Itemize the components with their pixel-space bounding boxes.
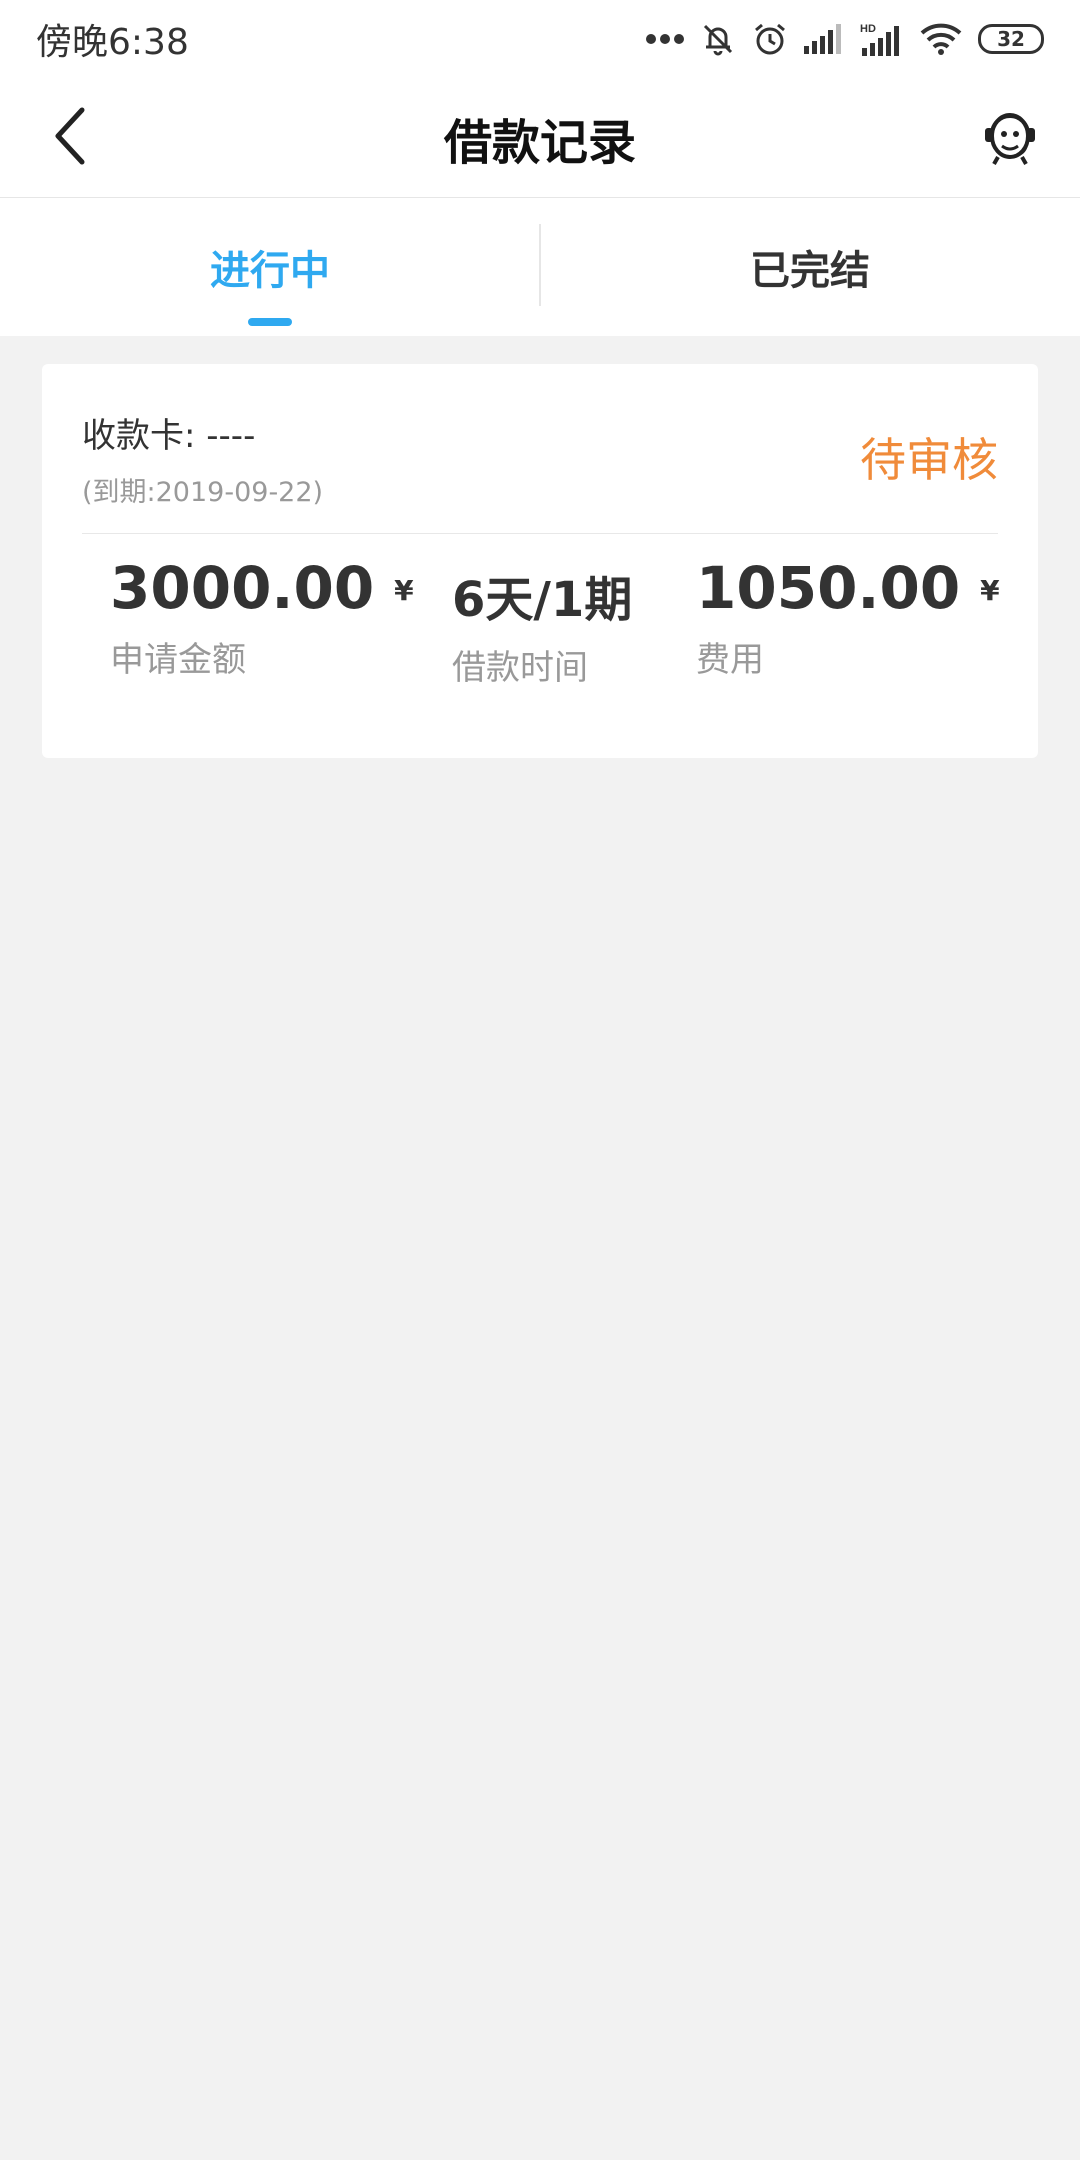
customer-service-icon bbox=[982, 106, 1038, 170]
tab-in-progress[interactable]: 进行中 bbox=[0, 198, 540, 336]
stat-term: 6天/1期 借款时间 bbox=[452, 560, 632, 689]
tab-active-indicator bbox=[248, 318, 292, 326]
status-time: 傍晚6:38 bbox=[36, 22, 189, 63]
amount-label: 申请金额 bbox=[110, 640, 246, 680]
back-button[interactable] bbox=[30, 98, 110, 178]
tab-divider bbox=[539, 224, 541, 306]
page-title: 借款记录 bbox=[443, 114, 636, 171]
back-arrow-icon bbox=[50, 106, 90, 170]
term-value: 6天/1期 bbox=[452, 572, 633, 628]
stat-fee: 1050.00 ¥ 费用 bbox=[696, 554, 1000, 681]
battery-icon: 32 bbox=[978, 24, 1044, 54]
due-date: (到期:2019-09-22) bbox=[82, 477, 324, 508]
amount-unit: ¥ bbox=[394, 574, 414, 607]
svg-text:HD: HD bbox=[860, 23, 876, 35]
signal-icon bbox=[804, 24, 844, 54]
amount-value: 3000.00 bbox=[110, 554, 375, 622]
tab-completed[interactable]: 已完结 bbox=[540, 198, 1080, 336]
header: 借款记录 bbox=[0, 78, 1080, 198]
customer-service-button[interactable] bbox=[970, 98, 1050, 178]
status-bar: 傍晚6:38 HD 32 bbox=[0, 0, 1080, 78]
loan-record-card[interactable]: 收款卡: ---- (到期:2019-09-22) 待审核 3000.00 ¥ 申… bbox=[42, 364, 1038, 758]
alarm-icon bbox=[752, 21, 788, 57]
tab-label: 已完结 bbox=[750, 248, 870, 294]
wifi-icon bbox=[920, 23, 962, 55]
status-badge: 待审核 bbox=[860, 433, 998, 487]
term-label: 借款时间 bbox=[452, 648, 588, 688]
status-icons: HD 32 bbox=[646, 21, 1044, 57]
tab-label: 进行中 bbox=[210, 248, 330, 294]
mute-icon bbox=[700, 21, 736, 57]
record-tabs: 进行中 已完结 bbox=[0, 198, 1080, 336]
more-dots-icon bbox=[646, 33, 684, 45]
receiving-card-label: 收款卡: ---- bbox=[82, 416, 256, 456]
signal-hd-icon: HD bbox=[860, 22, 904, 56]
loan-stats: 3000.00 ¥ 申请金额 6天/1期 借款时间 1050.00 ¥ 费用 bbox=[42, 554, 1038, 734]
stat-amount: 3000.00 ¥ 申请金额 bbox=[110, 554, 414, 681]
card-header: 收款卡: ---- (到期:2019-09-22) 待审核 bbox=[82, 364, 998, 534]
fee-label: 费用 bbox=[696, 640, 764, 680]
fee-unit: ¥ bbox=[980, 574, 1000, 607]
fee-value: 1050.00 bbox=[696, 554, 961, 622]
